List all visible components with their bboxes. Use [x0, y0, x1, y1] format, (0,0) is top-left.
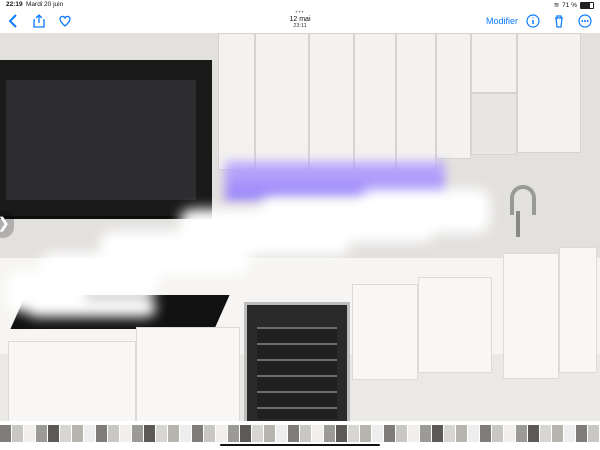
trash-icon[interactable] — [551, 13, 567, 29]
photo-thumbnail[interactable] — [432, 425, 444, 442]
photo-thumbnail[interactable] — [180, 425, 192, 442]
photo-thumbnail[interactable] — [228, 425, 240, 442]
photo-thumbnail[interactable] — [24, 425, 36, 442]
base-cabinet — [559, 247, 597, 373]
photo-thumbnail[interactable] — [348, 425, 360, 442]
photo-thumbnail[interactable] — [192, 425, 204, 442]
photo-thumbnail[interactable] — [492, 425, 504, 442]
open-shelf — [471, 93, 517, 155]
info-icon[interactable] — [525, 13, 541, 29]
upper-cabinet — [354, 33, 396, 170]
base-cabinet — [503, 253, 559, 379]
photo-toolbar: ••• 12 mai 23:11 Modifier — [0, 10, 600, 32]
photo-thumbnail[interactable] — [360, 425, 372, 442]
photo-thumbnail[interactable] — [504, 425, 516, 442]
upper-cabinet — [218, 33, 255, 170]
photo-thumbnail[interactable] — [300, 425, 312, 442]
photo-thumbnail[interactable] — [216, 425, 228, 442]
photo-thumbnail[interactable] — [12, 425, 24, 442]
upper-cabinet — [471, 33, 517, 93]
photo-thumbnail[interactable] — [288, 425, 300, 442]
photo-thumbnail[interactable] — [396, 425, 408, 442]
more-icon[interactable] — [577, 13, 593, 29]
photo-time: 23:11 — [293, 23, 307, 29]
photo-thumbnail[interactable] — [468, 425, 480, 442]
base-cabinet — [136, 327, 240, 421]
photo-thumbnail[interactable] — [588, 425, 600, 442]
scribble-overlay — [0, 179, 495, 325]
photo-thumbnail[interactable] — [132, 425, 144, 442]
photo-thumbnail[interactable] — [84, 425, 96, 442]
photo-thumbnail[interactable] — [564, 425, 576, 442]
share-icon[interactable] — [31, 13, 47, 29]
upper-cabinet — [436, 33, 471, 159]
status-bar: 22:19 Mardi 20 juin ≋ 71 % — [0, 0, 600, 10]
photo-date: 12 mai — [289, 16, 311, 23]
photo-thumbnail[interactable] — [420, 425, 432, 442]
photo-thumbnail[interactable] — [312, 425, 324, 442]
photo-thumbnail[interactable] — [240, 425, 252, 442]
photo-thumbnail[interactable] — [456, 425, 468, 442]
kitchen-photo[interactable]: ❯ — [0, 33, 600, 421]
photo-thumbnail[interactable] — [480, 425, 492, 442]
base-cabinet — [8, 341, 136, 421]
photo-thumbnail[interactable] — [372, 425, 384, 442]
photo-thumbnail[interactable] — [336, 425, 348, 442]
photo-thumbnail[interactable] — [576, 425, 588, 442]
edit-button[interactable]: Modifier — [486, 16, 518, 26]
status-time: 22:19 — [6, 1, 23, 8]
photo-thumbnail[interactable] — [120, 425, 132, 442]
photo-thumbnail[interactable] — [144, 425, 156, 442]
upper-cabinet — [396, 33, 436, 170]
upper-cabinet — [517, 33, 581, 153]
photo-thumbnail[interactable] — [156, 425, 168, 442]
photo-thumbnail[interactable] — [276, 425, 288, 442]
photo-thumbnail[interactable] — [516, 425, 528, 442]
photo-thumbnail[interactable] — [60, 425, 72, 442]
wifi-icon: ≋ — [553, 2, 560, 9]
photo-thumbnail[interactable] — [72, 425, 84, 442]
home-indicator — [220, 444, 380, 446]
photo-thumbnail[interactable] — [252, 425, 264, 442]
status-date: Mardi 20 juin — [26, 1, 64, 8]
upper-cabinet — [309, 33, 354, 170]
photo-thumbnail[interactable] — [540, 425, 552, 442]
upper-cabinet — [255, 33, 309, 170]
photo-thumbnail[interactable] — [528, 425, 540, 442]
status-icons: ≋ 71 % — [554, 1, 594, 9]
photo-date-header: ••• 12 mai 23:11 — [260, 10, 340, 29]
photo-thumbnail[interactable] — [36, 425, 48, 442]
photo-thumbnail[interactable] — [264, 425, 276, 442]
photo-thumbnail[interactable] — [552, 425, 564, 442]
photo-thumbnail[interactable] — [204, 425, 216, 442]
photo-thumbnail[interactable] — [408, 425, 420, 442]
photo-thumbnail[interactable] — [108, 425, 120, 442]
photo-thumbnail[interactable] — [444, 425, 456, 442]
battery-percent: 71 % — [562, 1, 577, 9]
thumbnail-strip[interactable] — [0, 425, 600, 442]
photo-thumbnail[interactable] — [96, 425, 108, 442]
photo-thumbnail[interactable] — [324, 425, 336, 442]
photo-thumbnail[interactable] — [168, 425, 180, 442]
sink-tap — [500, 181, 538, 243]
battery-icon — [580, 1, 594, 9]
photo-thumbnail[interactable] — [384, 425, 396, 442]
photo-thumbnail[interactable] — [0, 425, 12, 442]
heart-icon[interactable] — [57, 13, 73, 29]
photo-thumbnail[interactable] — [48, 425, 60, 442]
chevron-left-icon[interactable] — [5, 13, 21, 29]
